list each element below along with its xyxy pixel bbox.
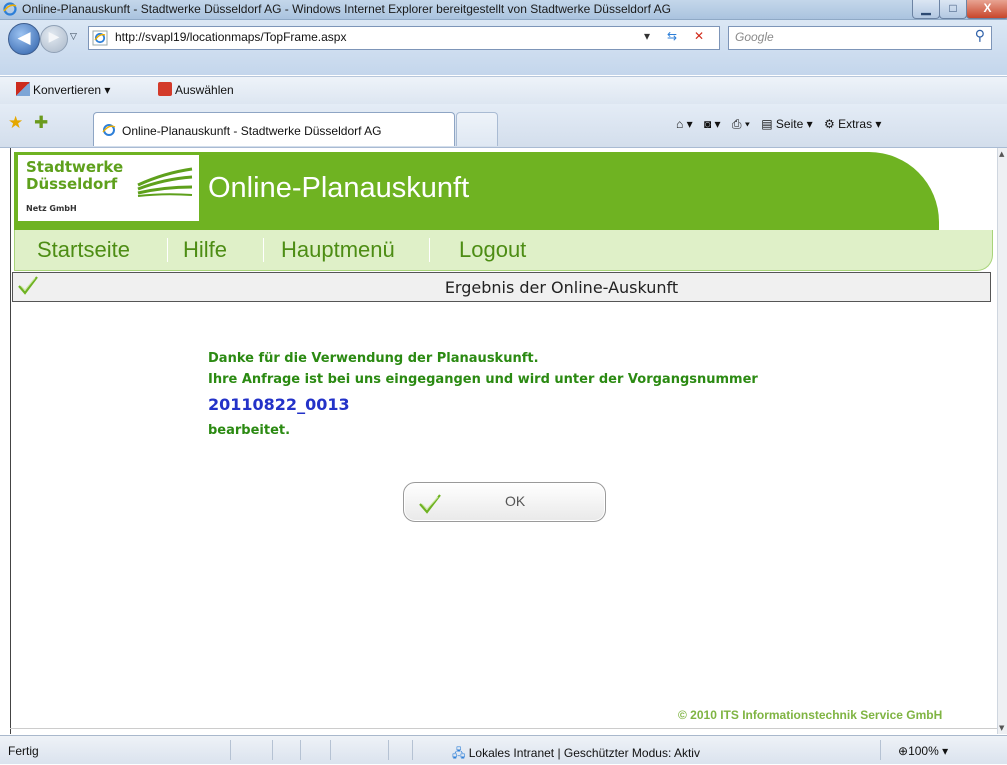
logo-line-1: Stadtwerke [26,158,124,176]
nav-separator [429,238,430,262]
nav-hauptmenue[interactable]: Hauptmenü [281,237,395,263]
address-toolbar: ◀ ▶ ▽ http://svapl19/locationmaps/TopFra… [0,20,1007,75]
ie-page-icon [92,30,108,46]
vertical-scrollbar[interactable]: ▲ ▼ [997,148,1007,734]
security-zone[interactable]: 🖧 Lokales Intranet | Geschützter Modus: … [452,744,700,765]
nav-startseite[interactable]: Startseite [37,237,130,263]
tools-menu[interactable]: ⚙ Extras ▾ [824,117,881,131]
nav-separator [263,238,264,262]
feeds-icon[interactable]: ◙ ▾ [704,117,721,131]
result-header: Ergebnis der Online-Auskunft [12,272,991,302]
zoom-control[interactable]: ⊕100% ▾ [898,744,948,758]
select-label: Auswählen [175,83,234,97]
ie-logo-icon [3,2,17,16]
window-title: Online-Planauskunft - Stadtwerke Düsseld… [22,2,671,16]
search-input[interactable]: Google ⚲ [728,26,992,50]
page-menu-label: Seite [775,117,804,131]
refresh-icon[interactable]: ⇆ [667,29,677,43]
status-bar: Fertig 🖧 Lokales Intranet | Geschützter … [0,735,1007,764]
received-text: Ihre Anfrage ist bei uns eingegangen und… [208,372,758,387]
status-divider [412,740,413,760]
nav-hilfe[interactable]: Hilfe [183,237,227,263]
home-icon[interactable]: ⌂ ▾ [676,117,693,131]
stop-icon[interactable]: ✕ [694,29,704,43]
zoom-icon: ⊕ [898,744,909,758]
add-favorite-icon[interactable]: ✚ [34,113,48,133]
print-icon[interactable]: ⎙ ▾ [732,117,750,132]
scroll-down-icon[interactable]: ▼ [999,724,1004,732]
favorites-star-icon[interactable]: ★ [8,113,23,133]
footer-divider [10,728,997,729]
address-url: http://svapl19/locationmaps/TopFrame.asp… [115,30,347,44]
intranet-zone-icon: 🖧 [452,746,466,760]
nav-separator [167,238,168,262]
tab-label: Online-Planauskunft - Stadtwerke Düsseld… [122,124,382,138]
select-button[interactable]: Auswählen [158,82,234,97]
nav-logout[interactable]: Logout [459,237,526,263]
logo-line-2: Düsseldorf [26,175,118,193]
search-icon[interactable]: ⚲ [975,28,985,44]
convert-label: Konvertieren [33,83,102,97]
status-text: Fertig [8,744,39,758]
forward-button[interactable]: ▶ [40,25,68,53]
address-dropdown-icon[interactable]: ▾ [644,29,650,43]
case-number: 20110822_0013 [208,395,350,414]
forward-arrow-icon: ▶ [48,29,60,45]
ie-tab-icon [102,124,116,136]
close-label: X [983,1,992,15]
logo-swoosh-icon [137,167,193,197]
status-divider [330,740,331,760]
close-button[interactable]: X [966,0,1007,19]
logo-wordmark: Stadtwerke Düsseldorf [26,159,123,193]
result-title: Ergebnis der Online-Auskunft [444,278,679,297]
title-bar: Online-Planauskunft - Stadtwerke Düsseld… [0,0,1007,20]
logo-subtitle: Netz GmbH [26,204,77,213]
frame-border [10,148,11,734]
address-input[interactable]: http://svapl19/locationmaps/TopFrame.asp… [88,26,720,50]
convert-menu[interactable]: Konvertieren ▾ [16,82,110,97]
company-logo: Stadtwerke Düsseldorf Netz GmbH [18,155,199,221]
pdf-select-icon [158,82,172,96]
main-navigation: Startseite Hilfe Hauptmenü Logout [14,230,993,271]
new-tab-button[interactable] [456,112,498,146]
minimize-button[interactable]: ▁ [912,0,940,19]
back-arrow-icon: ◀ [17,28,31,48]
status-divider [880,740,881,760]
maximize-icon: □ [949,1,957,15]
back-button[interactable]: ◀ [8,23,40,55]
maximize-button[interactable]: □ [939,0,967,19]
thanks-text: Danke für die Verwendung der Planauskunf… [208,351,539,366]
status-divider [300,740,301,760]
security-zone-label: Lokales Intranet | Geschützter Modus: Ak… [468,746,700,760]
status-divider [230,740,231,760]
history-dropdown-icon[interactable]: ▽ [70,32,77,42]
app-title: Online-Planauskunft [208,172,470,204]
page-menu[interactable]: ▤ Seite ▾ [761,117,812,131]
ok-label: OK [505,493,526,509]
links-toolbar: Konvertieren ▾ Auswählen [0,76,1007,105]
command-bar: ⌂ ▾ ◙ ▾ ⎙ ▾ ▤ Seite ▾ ⚙ Extras ▾ [676,117,889,132]
pdf-convert-icon [16,82,30,96]
copyright-notice: © 2010 ITS Informationstechnik Service G… [678,708,943,722]
ok-button[interactable]: OK [403,482,606,522]
tools-menu-label: Extras [838,117,873,131]
page-content: Stadtwerke Düsseldorf Netz GmbH Online-P… [0,148,997,734]
tab-online-planauskunft[interactable]: Online-Planauskunft - Stadtwerke Düsseld… [93,112,455,146]
search-placeholder: Google [735,30,774,44]
tab-bar: ★ ✚ Online-Planauskunft - Stadtwerke Düs… [0,104,1007,148]
status-divider [272,740,273,760]
processed-text: bearbeitet. [208,423,291,438]
scroll-up-icon[interactable]: ▲ [999,150,1004,158]
minimize-icon: ▁ [921,1,931,15]
zoom-level: 100% [908,744,939,758]
status-divider [388,740,389,760]
checkmark-icon [419,494,441,514]
result-message: Danke für die Verwendung der Planauskunf… [208,348,758,441]
